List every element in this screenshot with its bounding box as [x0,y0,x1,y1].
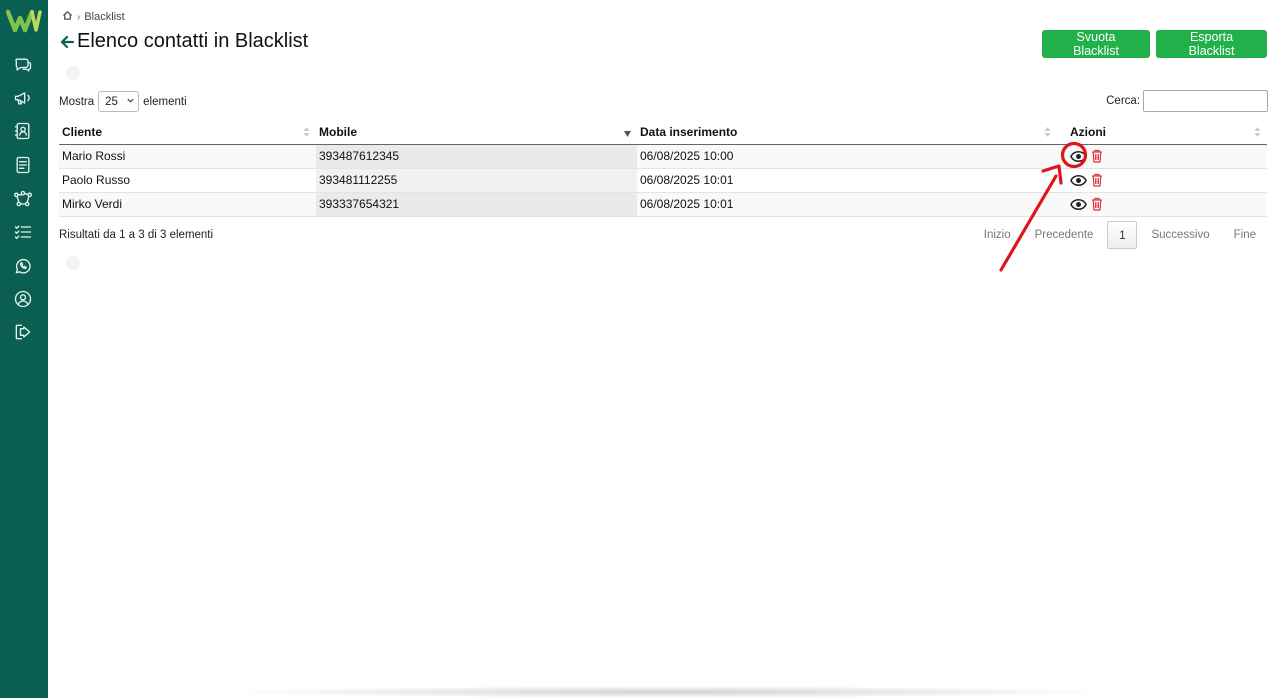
table-row: Mario Rossi 393487612345 06/08/2025 10:0… [59,144,1267,169]
cell-cliente: Mirko Verdi [59,192,316,217]
search-control: Cerca: [1106,90,1268,112]
faint-placeholder [66,66,80,80]
cell-mobile: 393487612345 [316,144,637,169]
logout-icon [13,322,33,347]
pagination: Inizio Precedente 1 Successivo Fine [972,221,1268,249]
sidebar-item-tasks[interactable] [11,222,35,246]
cell-cliente: Mario Rossi [59,144,316,169]
delete-trash-icon[interactable] [1091,173,1103,187]
breadcrumb-current: Blacklist [84,11,125,23]
page-length-value: 25 [105,95,118,108]
page-header: Elenco contatti in Blacklist [60,30,308,53]
pagination-last[interactable]: Fine [1222,221,1268,249]
sidebar-item-chat[interactable] [11,55,35,79]
whatsapp-icon [13,256,33,281]
length-prefix: Mostra [59,95,95,108]
pagination-first[interactable]: Inizio [972,221,1023,249]
table-info: Risultati da 1 a 3 di 3 elementi [59,229,214,241]
chevron-down-icon [126,96,135,108]
length-suffix: elementi [143,95,187,108]
page-title: Elenco contatti in Blacklist [77,30,309,52]
flow-icon [13,189,33,214]
sidebar-item-logout[interactable] [11,322,35,346]
annotation-overlay [999,141,1088,272]
cell-data: 06/08/2025 10:01 [637,168,1057,193]
view-eye-icon[interactable] [1070,150,1087,163]
column-header-azioni-label: Azioni [1070,124,1106,139]
cell-mobile: 393337654321 [316,192,637,217]
column-header-cliente-label: Cliente [62,124,103,139]
chat-icon [13,55,33,80]
column-header-data[interactable]: Data inserimento [637,120,1057,145]
view-eye-icon[interactable] [1070,174,1087,187]
pagination-page-current[interactable]: 1 [1107,221,1138,249]
column-header-azioni[interactable]: Azioni [1057,120,1267,145]
search-input[interactable] [1143,90,1268,112]
main-content: › Blacklist Elenco contatti in Blacklist… [48,0,1280,698]
pagination-prev[interactable]: Precedente [1023,221,1106,249]
back-arrow-icon[interactable] [60,33,76,51]
column-header-data-label: Data inserimento [640,124,738,139]
column-header-mobile[interactable]: Mobile [316,120,637,145]
page-length-control: Mostra 25 elementi [59,91,187,112]
contacts-icon [13,121,33,146]
sidebar [0,0,48,698]
checklist-icon [13,222,33,247]
breadcrumb-separator: › [77,11,81,23]
sort-both-icon [1044,127,1051,137]
breadcrumb: › Blacklist [62,10,125,24]
page-length-select[interactable]: 25 [98,91,140,112]
faint-placeholder [66,256,80,270]
sidebar-item-flows[interactable] [11,189,35,213]
sidebar-item-campaigns[interactable] [11,88,35,112]
pagination-next[interactable]: Successivo [1139,221,1221,249]
cell-mobile: 393481112255 [316,168,637,193]
cell-data: 06/08/2025 10:01 [637,192,1057,217]
export-blacklist-button[interactable]: Esporta Blacklist [1156,30,1267,58]
delete-trash-icon[interactable] [1091,149,1103,163]
cell-data: 06/08/2025 10:00 [637,144,1057,169]
cell-cliente: Paolo Russo [59,168,316,193]
sidebar-item-contacts[interactable] [11,121,35,145]
table-row: Mirko Verdi 393337654321 06/08/2025 10:0… [59,192,1267,217]
view-eye-icon[interactable] [1070,198,1087,211]
delete-trash-icon[interactable] [1091,197,1103,211]
megaphone-icon [13,88,33,113]
column-header-cliente[interactable]: Cliente [59,120,316,145]
user-icon [13,289,33,314]
sort-both-icon [303,127,310,137]
blacklist-table: Cliente Mobile Data inserimento Azioni M… [59,120,1267,217]
sidebar-item-whatsapp[interactable] [11,256,35,280]
table-header-row: Cliente Mobile Data inserimento Azioni [59,120,1267,145]
app-window: › Blacklist Elenco contatti in Blacklist… [0,0,1280,698]
home-icon[interactable] [62,10,73,24]
bottom-shadow [218,686,1118,698]
logo[interactable] [5,8,42,34]
sort-desc-icon [624,131,631,137]
search-label: Cerca: [1106,95,1140,107]
column-header-mobile-label: Mobile [319,124,357,139]
empty-blacklist-button[interactable]: Svuota Blacklist [1042,30,1150,58]
sidebar-item-templates[interactable] [11,155,35,179]
cell-azioni [1057,144,1267,169]
sort-both-icon [1254,127,1261,137]
cell-azioni [1057,168,1267,193]
document-icon [13,155,33,180]
cell-azioni [1057,192,1267,217]
sidebar-item-profile[interactable] [11,289,35,313]
table-row: Paolo Russo 393481112255 06/08/2025 10:0… [59,168,1267,193]
